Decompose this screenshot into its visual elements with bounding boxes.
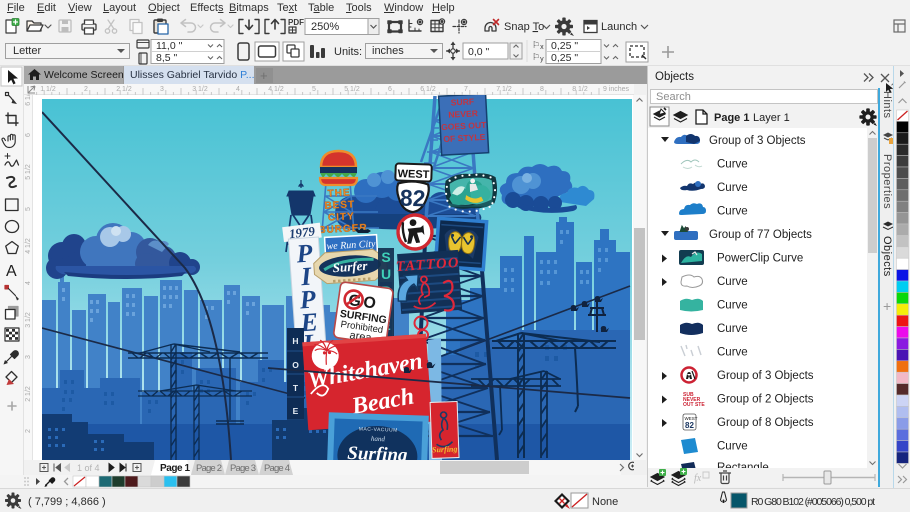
svg-text:Curve: Curve: [717, 347, 748, 359]
svg-text:2: 2: [84, 86, 88, 93]
svg-text:Group of 8 Objects: Group of 8 Objects: [717, 417, 814, 429]
svg-text:3 1/2: 3 1/2: [192, 86, 208, 93]
svg-text:9 inches: 9 inches: [603, 86, 630, 93]
svg-text:Group of 77 Objects: Group of 77 Objects: [709, 229, 812, 241]
svg-text:2 1/2: 2 1/2: [116, 86, 132, 93]
svg-text:4: 4: [25, 281, 32, 285]
svg-text:hand: hand: [371, 435, 386, 444]
svg-text:0,25 ": 0,25 ": [551, 40, 578, 52]
svg-text:Snap To: Snap To: [504, 21, 544, 33]
svg-text:O: O: [362, 294, 377, 313]
svg-text:Curve: Curve: [717, 206, 748, 218]
svg-text:Page 2: Page 2: [196, 463, 222, 474]
svg-text:Layer 1: Layer 1: [753, 112, 790, 124]
svg-text:A: A: [6, 263, 17, 280]
svg-text:O: O: [292, 360, 299, 370]
svg-text:1 of 4: 1 of 4: [77, 463, 100, 473]
svg-text:6: 6: [25, 133, 32, 137]
svg-text:Page 3: Page 3: [230, 463, 256, 474]
svg-text:OUT STE: OUT STE: [683, 402, 705, 408]
svg-text:4 1/2: 4 1/2: [268, 86, 284, 93]
svg-text:8 1/2: 8 1/2: [572, 86, 588, 93]
svg-text:Page 1: Page 1: [160, 463, 190, 474]
svg-text:S: S: [381, 249, 390, 265]
svg-text:fx: fx: [694, 473, 702, 484]
svg-text:Curve: Curve: [717, 159, 748, 171]
svg-text:Surfing: Surfing: [432, 445, 458, 455]
svg-text:250%: 250%: [311, 21, 339, 33]
svg-text:Launch: Launch: [601, 21, 637, 33]
svg-text:Group of 3 Objects: Group of 3 Objects: [709, 135, 806, 147]
svg-text:BEST: BEST: [324, 199, 355, 212]
svg-text:Curve: Curve: [717, 300, 748, 312]
svg-text:82: 82: [685, 421, 694, 430]
svg-text:⚐y: ⚐y: [532, 52, 544, 63]
svg-text:H: H: [292, 336, 298, 346]
svg-text:SURF: SURF: [451, 96, 475, 107]
svg-text:THE: THE: [327, 187, 351, 199]
svg-text:11,0 ": 11,0 ": [156, 40, 183, 52]
svg-text:0,25 ": 0,25 ": [551, 52, 578, 64]
svg-text:None: None: [592, 496, 618, 508]
svg-text:Curve: Curve: [717, 323, 748, 335]
svg-text:5 1/2: 5 1/2: [344, 86, 360, 93]
svg-text:4 1/2: 4 1/2: [25, 238, 32, 254]
svg-text:Curve: Curve: [717, 182, 748, 194]
svg-text:6 1/2: 6 1/2: [420, 86, 436, 93]
svg-text:T: T: [293, 383, 299, 393]
svg-text:4: 4: [236, 86, 240, 93]
svg-text:WEST: WEST: [397, 168, 429, 181]
svg-text:PDF: PDF: [288, 18, 304, 27]
svg-text:R0 G80 B102 (#005066) 0,500 pt: R0 G80 B102 (#005066) 0,500 pt: [751, 496, 875, 508]
svg-text:PowerClip Curve: PowerClip Curve: [717, 253, 803, 265]
svg-text:82: 82: [399, 185, 425, 212]
svg-text:Group of 2 Objects: Group of 2 Objects: [717, 394, 814, 406]
svg-text:6 1/2: 6 1/2: [25, 95, 32, 106]
svg-text:3 1/2: 3 1/2: [25, 312, 32, 328]
svg-text:NEVER: NEVER: [448, 108, 479, 120]
svg-text:5: 5: [25, 207, 32, 211]
svg-text:5 1/2: 5 1/2: [25, 164, 32, 180]
svg-text:3: 3: [25, 355, 32, 359]
svg-text:CITY: CITY: [328, 211, 355, 223]
svg-text:3: 3: [160, 86, 164, 93]
svg-text:6: 6: [388, 86, 392, 93]
svg-text:Curve: Curve: [717, 276, 748, 288]
svg-text:7 1/2: 7 1/2: [496, 86, 512, 93]
svg-text:⚐x: ⚐x: [532, 40, 544, 51]
svg-text:5: 5: [312, 86, 316, 93]
svg-text:Units:: Units:: [334, 46, 362, 58]
svg-text:Curve: Curve: [717, 441, 748, 453]
svg-text:Surfing: Surfing: [347, 443, 408, 460]
svg-text:E: E: [293, 406, 299, 416]
svg-text:Page 4: Page 4: [264, 463, 290, 474]
svg-text:0,0 ": 0,0 ": [468, 46, 490, 58]
svg-text:2: 2: [25, 429, 32, 433]
svg-text:Group of 3 Objects: Group of 3 Objects: [717, 370, 814, 382]
svg-text:Surfer: Surfer: [332, 258, 369, 275]
svg-text:2 1/2: 2 1/2: [25, 386, 32, 402]
svg-text:U: U: [381, 266, 391, 282]
svg-text:1 1/2: 1 1/2: [40, 86, 56, 93]
svg-text:8: 8: [540, 86, 544, 93]
svg-text:Page 1: Page 1: [714, 112, 749, 124]
svg-text:( 7,799 ; 4,866 ): ( 7,799 ; 4,866 ): [28, 496, 106, 508]
svg-text:7: 7: [464, 86, 468, 93]
svg-text:8,5 ": 8,5 ": [156, 52, 178, 64]
